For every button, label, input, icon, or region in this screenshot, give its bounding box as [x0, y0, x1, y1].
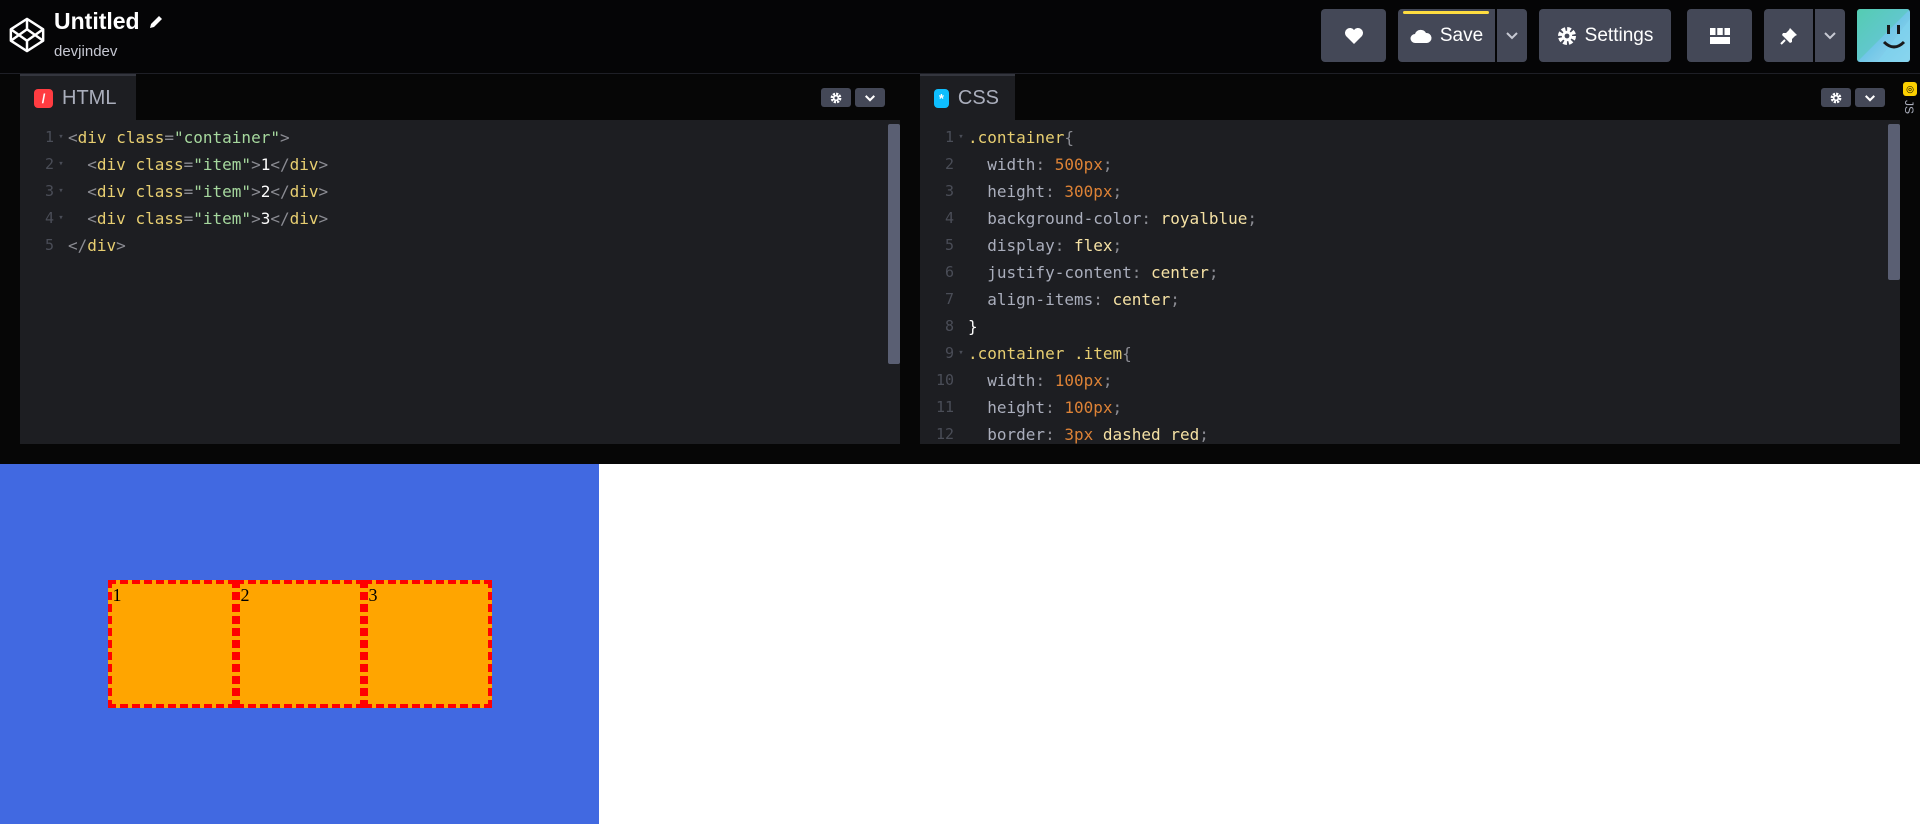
pin-options-button[interactable]: [1815, 9, 1845, 62]
html-editor-controls: [821, 88, 885, 107]
code-line: 2 ▾ < div class = "item" >1 </div >: [44, 155, 329, 174]
pen-title[interactable]: Untitled: [54, 8, 164, 35]
code-line: 8}: [944, 317, 978, 336]
code-line: 6 justify-content: center;: [944, 263, 1219, 282]
save-unsaved-indicator: [1403, 11, 1489, 14]
html-scrollbar-thumb[interactable]: [888, 124, 900, 364]
code-line: 3 ▾ < div class = "item" >2 </div >: [44, 182, 329, 201]
chevron-down-icon: [1864, 94, 1876, 102]
code-line: 4 ▾ < div class = "item" >3 </div >: [44, 209, 329, 228]
code-line: 5 </div >: [44, 236, 126, 255]
code-line: 4 background-color: royalblue;: [944, 209, 1257, 228]
love-button[interactable]: [1321, 9, 1386, 62]
code-line: 7 align-items: center;: [944, 290, 1180, 309]
css-collapse-button[interactable]: [1855, 88, 1885, 107]
html-scrollbar[interactable]: [888, 124, 900, 444]
user-avatar[interactable]: [1857, 9, 1910, 62]
code-line: 9 ▾ .container .item{: [944, 344, 1132, 363]
gear-icon: [1557, 26, 1576, 45]
html-editor-header: / HTML: [20, 74, 900, 120]
html-settings-button[interactable]: [821, 88, 851, 107]
html-editor: / HTML 1 ▾ < div class = "container" > 2…: [20, 74, 900, 444]
settings-label: Settings: [1584, 24, 1654, 46]
code-line: 11 height: 100px;: [935, 398, 1123, 417]
gear-icon: [1830, 92, 1842, 103]
css-editor-header: * CSS: [920, 74, 1900, 120]
save-label: Save: [1439, 24, 1484, 46]
save-button[interactable]: Save: [1398, 9, 1495, 62]
result-preview: 1 2 3: [0, 464, 1920, 826]
app-header: Untitled devjindev Save Settings: [0, 0, 1920, 74]
chevron-down-icon: [864, 94, 876, 102]
js-editor-collapsed[interactable]: ◎ JS: [1900, 74, 1920, 444]
css-code[interactable]: 1 ▾ .container{ 2 width: 500px; 3 height: …: [920, 124, 1886, 444]
editors-area: / HTML 1 ▾ < div class = "container" > 2…: [0, 74, 1920, 444]
code-line: 12 border: 3px dashed red;: [935, 425, 1209, 444]
pencil-icon[interactable]: [148, 14, 164, 30]
cloud-icon: [1410, 29, 1432, 43]
gear-icon: [830, 92, 842, 103]
css-editor: * CSS 1 ▾ .container{2 width: 500px ; …: [920, 74, 1900, 444]
chevron-down-icon: [1824, 32, 1836, 40]
heart-icon: [1344, 27, 1363, 44]
preview-item: 2: [235, 580, 364, 708]
css-icon: *: [934, 88, 949, 108]
js-icon: ◎: [1903, 82, 1917, 96]
html-icon: /: [34, 88, 53, 108]
css-editor-controls: [1821, 88, 1885, 107]
code-line: 3 height: 300px;: [944, 182, 1123, 201]
change-view-button[interactable]: [1687, 9, 1752, 62]
preview-resizer[interactable]: [0, 444, 1920, 464]
preview-item: 1: [107, 580, 236, 708]
code-line: 1 ▾ < div class = "container" >: [44, 128, 290, 147]
tab-css[interactable]: * CSS: [920, 74, 1015, 120]
smiley-face-icon: [1857, 9, 1910, 62]
save-options-button[interactable]: [1497, 9, 1527, 62]
css-scrollbar[interactable]: [1888, 124, 1900, 444]
tab-js-label[interactable]: JS: [1902, 100, 1916, 114]
codepen-logo-icon[interactable]: [8, 16, 46, 54]
pen-author[interactable]: devjindev: [54, 43, 164, 60]
tab-html-label: HTML: [62, 86, 117, 109]
html-collapse-button[interactable]: [855, 88, 885, 107]
preview-item: 3: [363, 580, 492, 708]
code-line: 2 width: 500px;: [944, 155, 1113, 174]
html-code[interactable]: 1 ▾ < div class = "container" > 2 ▾ < div class =…: [20, 124, 886, 444]
pen-title-text[interactable]: Untitled: [54, 8, 140, 35]
code-line: 1 ▾ .container{: [944, 128, 1074, 147]
settings-button[interactable]: Settings: [1539, 9, 1671, 62]
chevron-down-icon: [1506, 32, 1518, 40]
preview-container: 1 2 3: [0, 464, 599, 824]
tab-html[interactable]: / HTML: [20, 74, 136, 120]
tab-css-label: CSS: [957, 86, 999, 109]
css-settings-button[interactable]: [1821, 88, 1851, 107]
layout-icon: [1709, 27, 1730, 44]
code-line: 5 display: flex;: [944, 236, 1123, 255]
pin-icon: [1779, 27, 1797, 45]
pin-button[interactable]: [1764, 9, 1813, 62]
code-line: 10 width: 100px;: [935, 371, 1113, 390]
css-scrollbar-thumb[interactable]: [1888, 124, 1900, 280]
pen-title-block: Untitled devjindev: [54, 8, 164, 60]
